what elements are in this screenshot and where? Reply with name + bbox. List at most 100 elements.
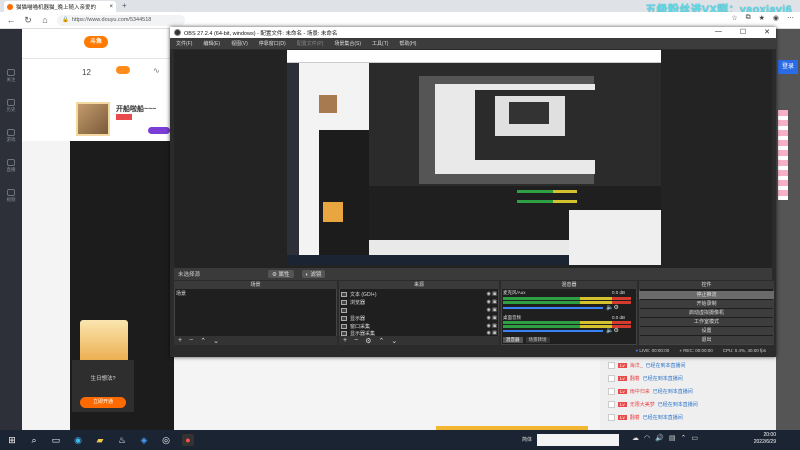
chat-item: Lv 雨中归来 已经在到本直播间 xyxy=(608,388,693,395)
edge-browser-icon[interactable]: ◉ xyxy=(72,434,84,446)
taskbar-clock[interactable]: 20:00 2022/6/29 xyxy=(754,432,776,446)
task-view-icon[interactable]: ▭ xyxy=(50,434,62,446)
down-icon[interactable]: ⌄ xyxy=(391,337,397,345)
gear-icon[interactable]: ⚙ xyxy=(365,337,371,345)
tab-mixer[interactable]: 混音器 xyxy=(503,337,523,343)
file-explorer-icon[interactable]: ▰ xyxy=(94,434,106,446)
add-icon[interactable]: + xyxy=(343,337,347,344)
taskbar-search-input[interactable] xyxy=(537,434,619,446)
exit-button[interactable]: 退出 xyxy=(639,336,774,344)
app-icon[interactable]: ◈ xyxy=(138,434,150,446)
input-language[interactable]: 简体 xyxy=(522,436,532,443)
star-icon[interactable]: ☆ xyxy=(731,14,737,22)
speaker-icon[interactable]: 🔈⚙ xyxy=(606,304,619,311)
live-status: ● LIVE: 00:00:00 xyxy=(635,348,670,353)
douyu-logo[interactable]: 斗鱼 xyxy=(84,36,108,48)
menu-icon[interactable]: ⋯ xyxy=(787,14,794,22)
streamer-avatar[interactable] xyxy=(76,102,110,136)
properties-button[interactable]: ⚙ 属性 xyxy=(268,270,294,278)
source-item[interactable]: ◉ ▣ xyxy=(341,306,497,314)
chat-item: Lv 无限大美梦 已经在到本直播间 xyxy=(608,401,698,408)
obs-taskbar-icon[interactable]: ◎ xyxy=(160,434,172,446)
captured-browser-bar xyxy=(287,50,661,63)
menu-scene-collection[interactable]: 场景集合(S) xyxy=(334,40,361,47)
close-tab-icon[interactable]: × xyxy=(109,4,113,10)
up-icon[interactable]: ⌃ xyxy=(378,337,384,345)
record-app-icon[interactable]: ● xyxy=(182,434,194,446)
start-recording-button[interactable]: 开始录制 xyxy=(639,300,774,308)
filters-button[interactable]: ◐ 滤镜 xyxy=(301,270,326,278)
sidebar-item-follow[interactable]: 关注 xyxy=(4,69,18,83)
sidebar-item-video[interactable]: 视频 xyxy=(4,189,18,203)
remove-icon[interactable]: − xyxy=(354,337,358,344)
sources-toolbar: + − ⚙ ⌃ ⌄ xyxy=(339,336,499,345)
remove-icon[interactable]: − xyxy=(189,337,193,344)
obs-source-toolbar: 未选择源 ⚙ 属性 ◐ 滤镜 xyxy=(174,268,772,280)
captured-avatar xyxy=(319,95,337,113)
source-item[interactable]: 浏览器 ◉ ▣ xyxy=(341,298,497,306)
new-tab-button[interactable]: + xyxy=(122,1,127,10)
source-item[interactable]: 显示器 ◉ ▣ xyxy=(341,314,497,322)
menu-tools[interactable]: 工具(T) xyxy=(372,40,388,47)
virtual-camera-button[interactable]: 启动虚拟摄像机 xyxy=(639,309,774,317)
mixer-channel-db: 0.0 dB xyxy=(612,290,626,295)
level-badge xyxy=(116,114,132,120)
minimize-icon[interactable]: — xyxy=(715,28,722,36)
stop-stream-button[interactable]: 停止推流 xyxy=(639,291,774,299)
maximize-icon[interactable]: ☐ xyxy=(740,28,746,36)
sidebar-item-live[interactable]: 直播 xyxy=(4,159,18,173)
network-icon[interactable]: ◠ xyxy=(644,434,650,442)
fan-badge xyxy=(148,127,170,134)
browser-tab[interactable]: 猫猫喵喵机器猫_晚上随入亲爱的 × xyxy=(4,1,116,12)
studio-mode-button[interactable]: 工作室模式 xyxy=(639,318,774,326)
login-button[interactable]: 登录 xyxy=(778,60,798,74)
weather-icon[interactable]: ☁ xyxy=(632,434,639,442)
menu-help[interactable]: 帮助(H) xyxy=(399,40,416,47)
steam-icon[interactable]: ♨ xyxy=(116,434,128,446)
visibility-icon: ◉ ▣ xyxy=(486,307,497,313)
gift-activate-button[interactable]: 立即开通 xyxy=(80,397,126,408)
volume-slider[interactable] xyxy=(503,307,603,309)
favorites-icon[interactable]: ★ xyxy=(759,14,765,22)
add-icon[interactable]: + xyxy=(178,337,182,344)
scene-item[interactable]: 场景 xyxy=(176,290,186,297)
menu-file[interactable]: 文件(F) xyxy=(176,40,192,47)
down-icon[interactable]: ⌄ xyxy=(213,337,219,345)
room-title: 开船啦船~~~ xyxy=(116,106,157,113)
notification-icon[interactable]: ▤ xyxy=(669,434,676,442)
speaker-icon[interactable]: 🔈⚙ xyxy=(606,327,619,334)
up-icon[interactable]: ⌃ xyxy=(200,337,206,345)
mixer-channel-db: 0.0 dB xyxy=(612,315,626,320)
windows-start-icon[interactable]: ⊞ xyxy=(6,434,18,446)
sidebar-item-history[interactable]: 历史 xyxy=(4,99,18,113)
close-icon[interactable]: ✕ xyxy=(764,28,770,36)
obs-statusbar: ● LIVE: 00:00:00 ● REC: 00:00:00 CPU: 0.… xyxy=(174,346,772,355)
chevron-up-icon[interactable]: ⌃ xyxy=(680,434,686,442)
source-item[interactable]: 文本 (GDI+) ◉ ▣ xyxy=(341,290,497,298)
battery-icon[interactable]: ▭ xyxy=(691,434,698,442)
tab-transitions[interactable]: 场景转场 xyxy=(525,337,550,343)
search-icon[interactable]: ⌕ xyxy=(28,434,40,446)
back-icon[interactable]: ← xyxy=(6,15,16,25)
sidebar-item-games[interactable]: 游戏 xyxy=(4,129,18,143)
visibility-icon: ◉ ▣ xyxy=(486,315,497,321)
settings-button[interactable]: 设置 xyxy=(639,327,774,335)
audio-meter xyxy=(503,321,631,324)
menu-docks[interactable]: 停靠窗口(D) xyxy=(259,40,286,47)
volume-slider[interactable] xyxy=(503,330,603,332)
chat-item: Lv 翻着 已经在到本直播间 xyxy=(608,414,683,421)
refresh-icon[interactable]: ↻ xyxy=(23,15,33,26)
extensions-icon[interactable]: ⧉ xyxy=(746,14,751,22)
activity-icon: ∿ xyxy=(153,66,160,75)
profile-icon[interactable]: ◉ xyxy=(773,14,779,22)
obs-canvas[interactable] xyxy=(287,50,661,265)
home-icon[interactable]: ⌂ xyxy=(40,15,50,25)
text-source-icon xyxy=(341,291,347,297)
mixer-tabs: 混音器 场景转场 xyxy=(503,337,550,343)
menu-view[interactable]: 视图(V) xyxy=(231,40,248,47)
menu-profile[interactable]: 配置文件(P) xyxy=(297,40,324,47)
address-bar[interactable]: 🔒 https://www.douyu.com/5344518 xyxy=(57,14,185,26)
menu-edit[interactable]: 编辑(E) xyxy=(203,40,220,47)
volume-icon[interactable]: 🔊 xyxy=(655,434,664,442)
url-text: https://www.douyu.com/5344518 xyxy=(71,17,152,23)
